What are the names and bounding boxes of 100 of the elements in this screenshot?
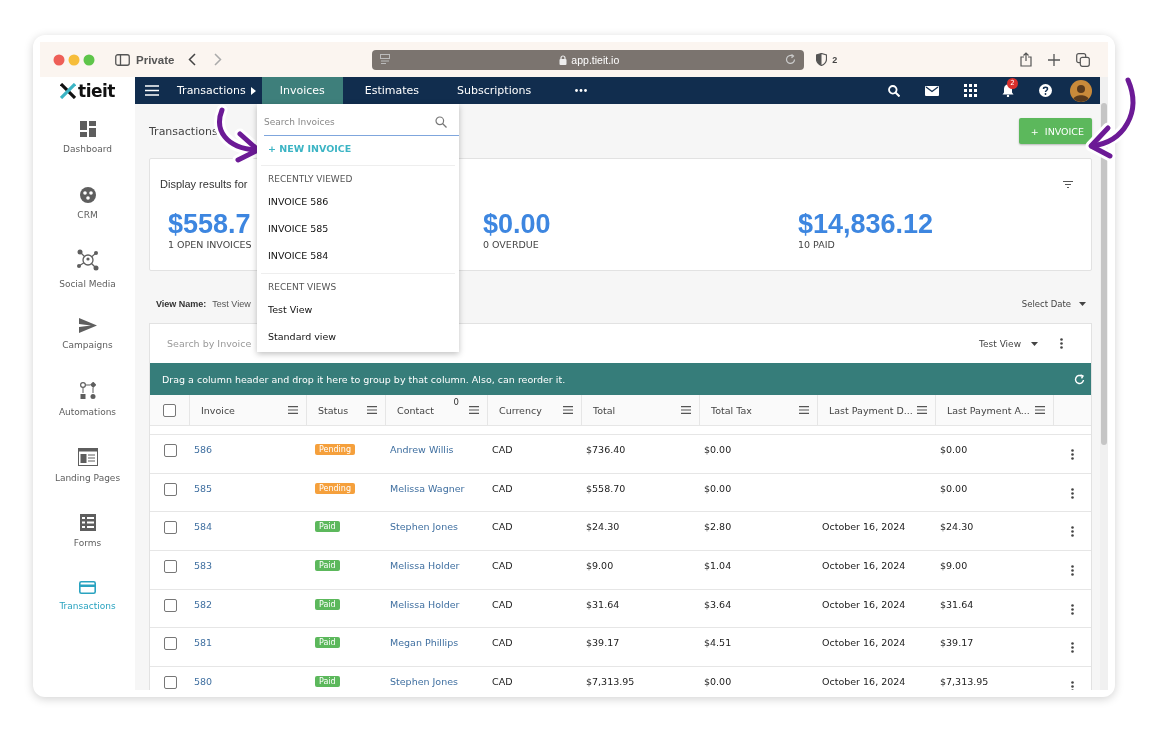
column-header[interactable]: Invoice [201,404,288,416]
new-tab-icon[interactable] [1048,53,1060,66]
nav-tab[interactable]: Estimates [348,77,436,104]
kebab-menu-icon[interactable] [1071,603,1074,615]
table-cell: CAD [492,521,513,533]
column-header[interactable]: Last Payment D... [829,404,917,416]
contact-link[interactable]: Stephen Jones [390,676,458,688]
view-select[interactable]: Test View [979,338,1038,349]
logo[interactable]: tieit [60,77,115,105]
metric-caption: 1 OPEN INVOICES [168,239,252,250]
column-header[interactable]: Currency [499,404,563,416]
column-header[interactable]: Total Tax [711,404,799,416]
row-checkbox[interactable] [163,560,177,574]
invoice-link[interactable]: 582 [194,598,213,610]
row-checkbox[interactable] [163,444,177,457]
share-icon[interactable] [1020,52,1032,67]
kebab-menu-icon[interactable] [1071,565,1074,577]
menu-icon[interactable] [145,85,159,96]
address-bar[interactable]: app.tieit.io [372,49,805,70]
column-header[interactable]: Status [318,404,367,416]
select-all-checkbox[interactable] [163,403,176,417]
status-tag: Paid [315,521,340,533]
contact-link[interactable]: Stephen Jones [390,521,458,533]
search-field[interactable]: Search Invoices [264,108,459,136]
row-checkbox[interactable] [163,482,177,496]
menu-item[interactable]: INVOICE 586 [268,188,459,215]
status-tag: Paid [315,676,340,688]
table-cell: $39.17 [940,637,974,649]
kebab-menu-icon[interactable] [1071,526,1074,538]
kebab-menu-icon[interactable] [1071,642,1074,654]
column-menu-icon[interactable] [288,406,298,414]
sidebar-item[interactable]: Automations [40,367,135,433]
contact-link[interactable]: Melissa Holder [390,598,460,610]
sidebar-toggle-icon[interactable] [115,53,130,66]
invoice-link[interactable]: 580 [194,676,213,688]
invoice-link[interactable]: 581 [194,637,213,649]
nav-tab[interactable]: Subscriptions [441,77,548,104]
sidebar-item[interactable]: CRM [40,170,135,236]
sidebar-item[interactable]: Campaigns [40,301,135,367]
column-menu-icon[interactable] [563,406,573,414]
window-controls[interactable] [53,53,97,66]
kebab-menu-icon[interactable] [1071,449,1074,460]
table-cell: $2.80 [704,521,732,533]
table-cell: $0.00 [940,482,968,494]
row-checkbox[interactable] [163,637,177,651]
sidebar-item[interactable]: Landing Pages [40,432,135,498]
column-header[interactable]: Contact [397,404,469,416]
section-heading: RECENTLY VIEWED [268,174,354,186]
invoice-link[interactable]: 586 [194,444,213,455]
column-menu-icon[interactable] [917,406,927,414]
apps-grid-icon[interactable] [964,84,977,97]
avatar[interactable] [1070,79,1092,102]
contact-link[interactable]: Melissa Wagner [390,482,465,494]
kebab-menu-icon[interactable] [1060,338,1063,349]
row-checkbox[interactable] [163,676,177,690]
row-checkbox[interactable] [163,521,177,535]
invoice-link[interactable]: 584 [194,521,213,533]
menu-item[interactable]: Standard view [268,323,459,350]
refresh-icon[interactable] [1074,373,1085,385]
sidebar-item[interactable]: Forms [40,498,135,564]
kebab-menu-icon[interactable] [1071,681,1074,690]
caret-icon [250,86,256,95]
row-checkbox[interactable] [163,598,177,612]
dashboard-icon [79,121,96,138]
status-tag: Paid [315,637,340,649]
invoice-link[interactable]: 583 [194,560,213,572]
filter-icon[interactable] [1063,180,1073,188]
status-tag: Pending [315,482,355,494]
invoice-link[interactable]: 585 [194,482,213,494]
sidebar-item[interactable]: Dashboard [40,105,135,171]
mail-icon[interactable] [925,85,939,96]
breadcrumb-link[interactable]: Transactions [177,84,246,97]
column-menu-icon[interactable] [799,406,809,414]
menu-item[interactable]: INVOICE 584 [268,242,459,269]
sidebar-item[interactable]: Social Media [40,236,135,302]
column-menu-icon[interactable] [1035,406,1045,414]
column-menu-icon[interactable] [367,406,377,414]
reload-icon[interactable] [785,54,797,65]
help-icon[interactable] [1039,84,1052,97]
shield-icon[interactable] [816,53,828,66]
nav-tab[interactable]: Invoices [261,77,343,104]
contact-link[interactable]: Melissa Holder [390,560,460,572]
date-select[interactable]: Select Date [1021,299,1086,309]
back-icon[interactable] [188,53,197,66]
column-menu-icon[interactable] [469,406,479,414]
search-icon[interactable] [888,84,900,97]
scrollbar-thumb[interactable] [1101,103,1107,445]
metric-value: $14,836.12 [798,209,934,239]
table-cell: CAD [492,444,513,455]
menu-item[interactable]: INVOICE 585 [268,215,459,242]
more-icon[interactable] [575,89,588,92]
shield-count: 2 [832,54,838,65]
column-header[interactable]: Total [593,404,681,416]
menu-item[interactable]: Test View [268,296,459,323]
kebab-menu-icon[interactable] [1071,487,1074,499]
column-menu-icon[interactable] [681,406,691,414]
column-header[interactable]: Last Payment A... [947,404,1035,416]
tabs-overview-icon[interactable] [1076,52,1090,67]
contact-link[interactable]: Andrew Willis [390,444,454,455]
contact-link[interactable]: Megan Phillips [390,637,459,649]
